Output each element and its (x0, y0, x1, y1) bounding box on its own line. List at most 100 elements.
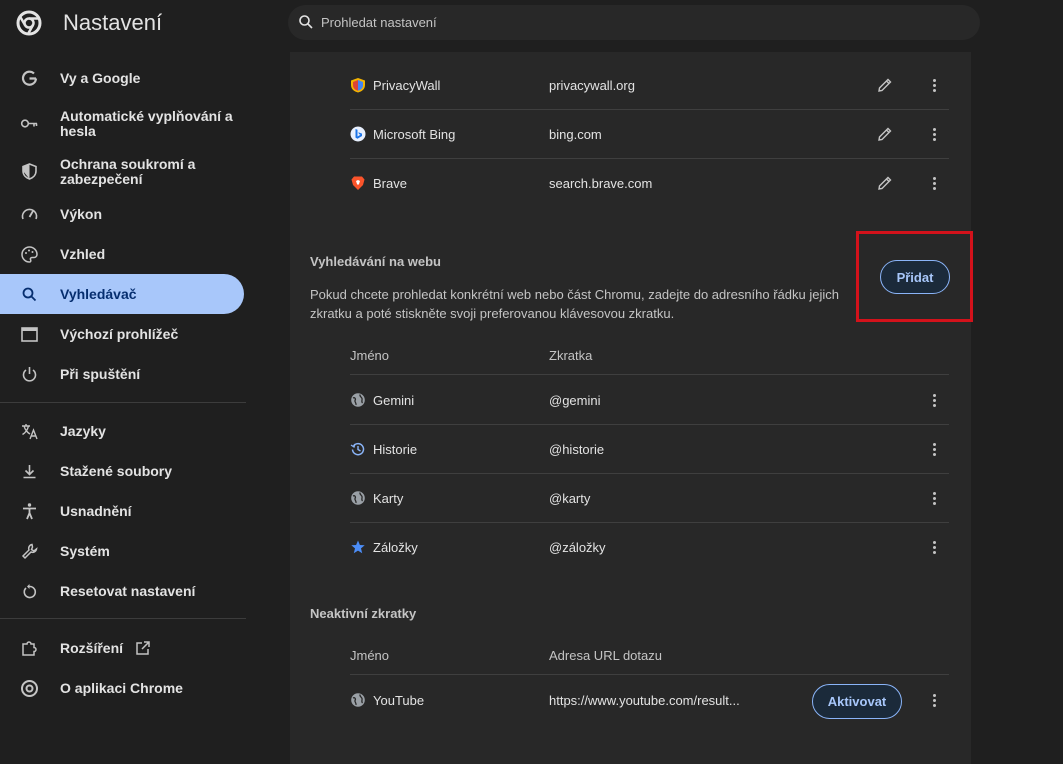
sidebar-item-label: Vy a Google (60, 69, 141, 86)
power-icon (22, 367, 37, 382)
activate-button[interactable]: Aktivovat (812, 684, 902, 719)
edit-icon[interactable] (876, 175, 893, 192)
engine-keyword: privacywall.org (549, 77, 635, 93)
globe-icon (351, 693, 365, 707)
more-actions-button[interactable] (926, 392, 942, 409)
more-actions-button[interactable] (926, 126, 942, 143)
chrome-icon (21, 680, 38, 697)
search-icon (299, 15, 313, 29)
site-search-row: Záložky @záložky (350, 523, 949, 572)
sidebar-item-languages[interactable]: Jazyky (0, 411, 244, 451)
browser-window-icon (21, 327, 38, 342)
engine-name: PrivacyWall (373, 77, 441, 93)
sidebar-item-label: Systém (60, 542, 110, 559)
top-bar: Nastavení (0, 0, 1063, 48)
sidebar-item-performance[interactable]: Výkon (0, 194, 244, 234)
sidebar-item-default-browser[interactable]: Výchozí prohlížeč (0, 314, 244, 354)
sidebar-item-on-startup[interactable]: Při spuštění (0, 354, 244, 394)
sidebar-item-label: Při spuštění (60, 365, 141, 382)
sidebar-item-label: Výkon (60, 205, 103, 222)
engine-name: Microsoft Bing (373, 126, 456, 142)
search-icon (22, 287, 37, 302)
search-engine-row: Microsoft Bing bing.com (350, 110, 949, 159)
external-link-icon (136, 641, 150, 655)
site-search-description: Pokud chcete prohledat konkrétní web neb… (310, 287, 839, 321)
sidebar-item-search-engine[interactable]: Vyhledávač (0, 274, 244, 314)
accessibility-icon (23, 503, 36, 520)
history-icon (350, 442, 365, 456)
key-icon (20, 119, 38, 128)
settings-search[interactable] (288, 5, 980, 40)
more-actions-button[interactable] (926, 692, 942, 709)
privacywall-icon (351, 78, 365, 93)
page-title: Nastavení (63, 10, 163, 35)
settings-panel: PrivacyWall privacywall.org Microsoft Bi… (290, 52, 973, 764)
sidebar-item-autofill[interactable]: Automatické vyplňování a hesla (0, 102, 244, 146)
more-actions-button[interactable] (926, 539, 942, 556)
sidebar-item-system[interactable]: Systém (0, 531, 244, 571)
search-engine-row: PrivacyWall privacywall.org (350, 61, 949, 110)
star-icon (351, 540, 365, 554)
site-search-row: Gemini @gemini (350, 376, 949, 425)
column-header-name: Jméno (350, 348, 390, 363)
edit-icon[interactable] (876, 77, 893, 94)
more-actions-button[interactable] (926, 77, 942, 94)
shortcut-keyword: @historie (549, 441, 605, 457)
column-header-shortcut: Zkratka (549, 348, 593, 363)
engine-keyword: bing.com (549, 126, 602, 142)
translate-icon (22, 424, 38, 440)
inactive-shortcut-row: YouTube https://www.youtube.com/result..… (350, 676, 949, 725)
shortcut-keyword: @záložky (549, 540, 606, 555)
sidebar-item-reset[interactable]: Resetovat nastavení (0, 571, 244, 611)
table-divider (350, 674, 949, 675)
sidebar-item-label: Jazyky (60, 422, 106, 439)
globe-icon (351, 393, 365, 407)
more-actions-button[interactable] (926, 175, 942, 192)
sidebar-item-label: O aplikaci Chrome (60, 679, 183, 696)
sidebar-item-appearance[interactable]: Vzhled (0, 234, 244, 274)
sidebar-item-label: Automatické vyplňování a hesla (60, 108, 233, 139)
shortcut-keyword: @gemini (549, 392, 601, 408)
sidebar-item-label: Resetovat nastavení (60, 582, 196, 599)
sidebar-item-extensions[interactable]: Rozšíření (0, 628, 244, 668)
sidebar-item-about-chrome[interactable]: O aplikaci Chrome (0, 668, 244, 708)
search-engine-row: Brave search.brave.com (350, 159, 949, 208)
sidebar-item-label: Vyhledávač (60, 285, 137, 302)
site-search-row: Karty @karty (350, 474, 949, 523)
brave-icon (351, 176, 365, 190)
sidebar-item-label: Vzhled (60, 245, 106, 262)
inactive-shortcuts-title: Neaktivní zkratky (310, 606, 417, 621)
shortcut-name: Gemini (373, 392, 415, 408)
sidebar-item-you-and-google[interactable]: Vy a Google (0, 58, 244, 98)
sidebar-item-label: Ochrana soukromí a zabezpečení (60, 156, 196, 187)
sidebar-item-label: Stažené soubory (60, 462, 173, 479)
more-actions-button[interactable] (926, 441, 942, 458)
annotation-highlight-box (856, 231, 973, 322)
sidebar-item-accessibility[interactable]: Usnadnění (0, 491, 244, 531)
bing-icon (350, 126, 366, 142)
puzzle-icon (22, 641, 37, 656)
chrome-logo-icon (16, 10, 42, 36)
query-url: https://www.youtube.com/result... (549, 693, 740, 708)
speedometer-icon (21, 208, 38, 220)
sidebar-divider (0, 402, 246, 403)
globe-icon (351, 491, 365, 505)
engine-keyword: search.brave.com (549, 176, 653, 191)
sidebar-item-downloads[interactable]: Stažené soubory (0, 451, 244, 491)
download-icon (23, 465, 36, 479)
sidebar-item-label: Výchozí prohlížeč (60, 325, 179, 342)
edit-icon[interactable] (876, 126, 893, 143)
sidebar: Vy a Google Automatické vyplňování a hes… (0, 52, 260, 764)
sidebar-divider (0, 618, 246, 619)
palette-icon (21, 246, 38, 263)
reset-icon (23, 584, 37, 599)
shortcut-name: YouTube (373, 693, 425, 708)
site-search-title: Vyhledávání na webu (310, 254, 442, 269)
more-actions-button[interactable] (926, 490, 942, 507)
wrench-icon (21, 543, 38, 560)
shortcut-name: Karty (373, 490, 404, 506)
google-icon (21, 70, 38, 86)
search-input[interactable] (321, 5, 921, 40)
sidebar-item-privacy[interactable]: Ochrana soukromí a zabezpečení (0, 150, 244, 194)
table-divider (350, 374, 949, 375)
